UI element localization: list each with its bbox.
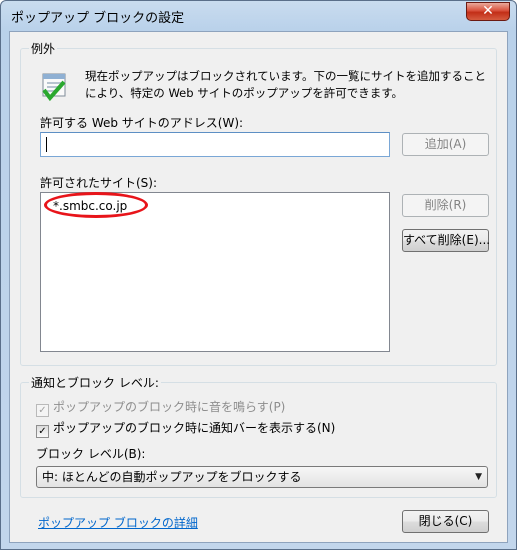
- close-button[interactable]: 閉じる(C): [402, 510, 489, 533]
- infobar-checkbox[interactable]: ✓: [36, 425, 49, 438]
- sound-checkbox[interactable]: ✓: [36, 404, 49, 417]
- infobar-checkbox-row[interactable]: ✓ ポップアップのブロック時に通知バーを表示する(N): [36, 419, 335, 438]
- exceptions-description: 現在ポップアップはブロックされています。下の一覧にサイトを追加することにより、特…: [85, 69, 487, 100]
- title-bar[interactable]: ポップアップ ブロックの設定 ✕: [1, 1, 516, 31]
- details-link[interactable]: ポップアップ ブロックの詳細: [38, 514, 198, 531]
- address-input[interactable]: [40, 132, 390, 157]
- sound-checkbox-row[interactable]: ✓ ポップアップのブロック時に音を鳴らす(P): [36, 398, 285, 417]
- block-level-select[interactable]: 中: ほとんどの自動ポップアップをブロックする ▼: [36, 466, 488, 488]
- list-item[interactable]: *.smbc.co.jp: [53, 199, 127, 213]
- add-button[interactable]: 追加(A): [402, 133, 489, 156]
- allowed-sites-label: 許可されたサイト(S):: [40, 176, 158, 190]
- infobar-checkbox-label: ポップアップのブロック時に通知バーを表示する(N): [53, 421, 336, 435]
- remove-button[interactable]: 削除(R): [402, 194, 489, 217]
- remove-all-button[interactable]: すべて削除(E)...: [402, 229, 490, 252]
- sound-checkbox-label: ポップアップのブロック時に音を鳴らす(P): [53, 400, 286, 414]
- dialog-content: 例外 現在ポップアップはブロックされています。下の一覧にサイトを追加することによ…: [9, 31, 508, 543]
- chevron-down-icon: ▼: [475, 472, 482, 482]
- exceptions-group-label: 例外: [29, 40, 58, 57]
- text-caret: [46, 137, 47, 152]
- block-level-label: ブロック レベル(B):: [36, 447, 146, 461]
- dialog-window: ポップアップ ブロックの設定 ✕ 例外 現在ポップアップはブロックされています。…: [0, 0, 517, 550]
- allowed-sites-list[interactable]: *.smbc.co.jp: [40, 192, 390, 352]
- close-icon: ✕: [482, 3, 494, 19]
- notifications-group-label: 通知とブロック レベル:: [29, 374, 161, 391]
- block-level-value: 中: ほとんどの自動ポップアップをブロックする: [42, 470, 302, 484]
- close-window-button[interactable]: ✕: [466, 2, 510, 21]
- window-title: ポップアップ ブロックの設定: [11, 11, 185, 26]
- address-label: 許可する Web サイトのアドレス(W):: [40, 116, 244, 130]
- settings-info-icon: [42, 73, 66, 102]
